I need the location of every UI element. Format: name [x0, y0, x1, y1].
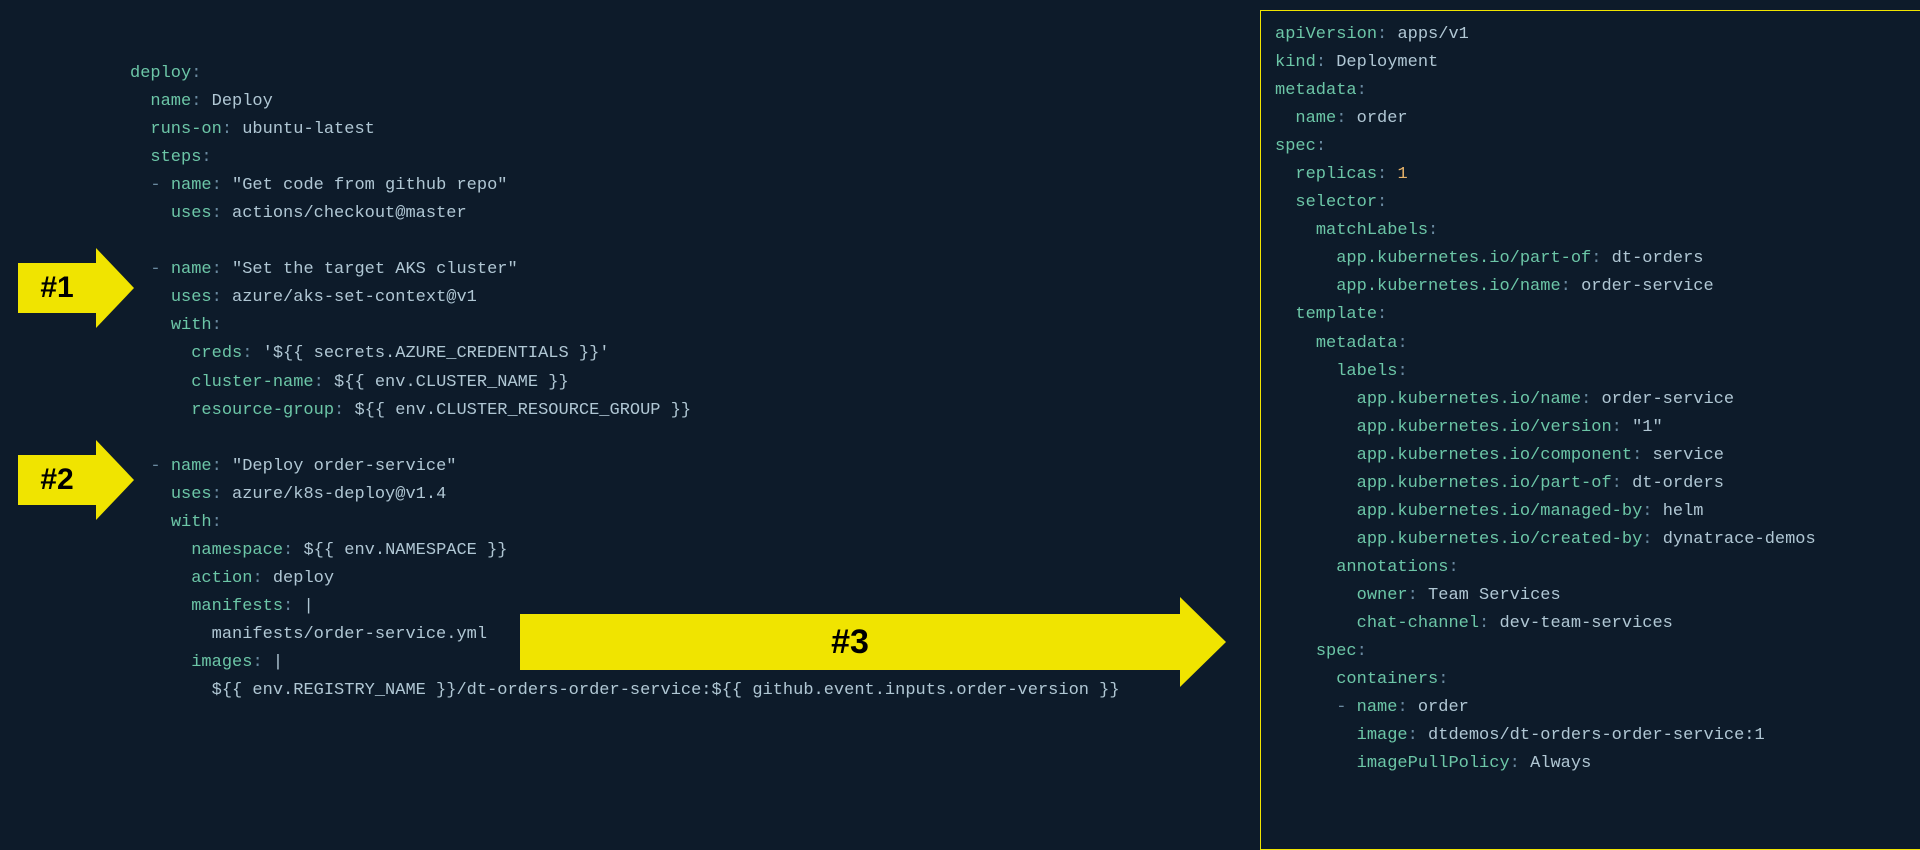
code-line: uses: actions/checkout@master	[130, 200, 1120, 228]
arrow-head-icon	[96, 440, 134, 520]
code-line: action: deploy	[130, 565, 1120, 593]
code-line: spec:	[1275, 638, 1920, 666]
k8s-manifest-code-block: apiVersion: apps/v1kind: Deploymentmetad…	[1260, 10, 1920, 850]
code-line: cluster-name: ${{ env.CLUSTER_NAME }}	[130, 369, 1120, 397]
code-line: owner: Team Services	[1275, 582, 1920, 610]
code-line: uses: azure/aks-set-context@v1	[130, 284, 1120, 312]
code-line: replicas: 1	[1275, 161, 1920, 189]
code-line: - name: "Get code from github repo"	[130, 172, 1120, 200]
code-line: matchLabels:	[1275, 217, 1920, 245]
callout-arrow-1: #1	[18, 248, 134, 328]
code-line: app.kubernetes.io/part-of: dt-orders	[1275, 470, 1920, 498]
code-line: spec:	[1275, 133, 1920, 161]
code-line: app.kubernetes.io/managed-by: helm	[1275, 498, 1920, 526]
code-line: - name: "Deploy order-service"	[130, 453, 1120, 481]
code-line: selector:	[1275, 189, 1920, 217]
code-line: with:	[130, 509, 1120, 537]
code-line: - name: "Set the target AKS cluster"	[130, 256, 1120, 284]
code-line: app.kubernetes.io/part-of: dt-orders	[1275, 245, 1920, 273]
code-line: deploy:	[130, 60, 1120, 88]
code-line: image: dtdemos/dt-orders-order-service:1	[1275, 722, 1920, 750]
code-line: app.kubernetes.io/created-by: dynatrace-…	[1275, 526, 1920, 554]
code-line: annotations:	[1275, 554, 1920, 582]
code-line: name: Deploy	[130, 88, 1120, 116]
code-line: app.kubernetes.io/name: order-service	[1275, 273, 1920, 301]
code-line: metadata:	[1275, 330, 1920, 358]
callout-label: #1	[18, 263, 96, 313]
arrow-head-icon	[1180, 597, 1226, 687]
code-line: runs-on: ubuntu-latest	[130, 116, 1120, 144]
code-line: namespace: ${{ env.NAMESPACE }}	[130, 537, 1120, 565]
code-line: - name: order	[1275, 694, 1920, 722]
code-line: template:	[1275, 301, 1920, 329]
code-line: steps:	[130, 144, 1120, 172]
code-line: imagePullPolicy: Always	[1275, 750, 1920, 778]
callout-arrow-2: #2	[18, 440, 134, 520]
code-line: labels:	[1275, 358, 1920, 386]
code-line: containers:	[1275, 666, 1920, 694]
code-line: with:	[130, 312, 1120, 340]
code-line: app.kubernetes.io/version: "1"	[1275, 414, 1920, 442]
code-line: chat-channel: dev-team-services	[1275, 610, 1920, 638]
callout-label: #2	[18, 455, 96, 505]
code-line: creds: '${{ secrets.AZURE_CREDENTIALS }}…	[130, 340, 1120, 368]
code-line: app.kubernetes.io/component: service	[1275, 442, 1920, 470]
code-line: app.kubernetes.io/name: order-service	[1275, 386, 1920, 414]
callout-label: #3	[520, 614, 1180, 670]
code-line: metadata:	[1275, 77, 1920, 105]
code-line: kind: Deployment	[1275, 49, 1920, 77]
callout-arrow-3: #3	[520, 597, 1226, 687]
code-line	[130, 425, 1120, 453]
code-line: uses: azure/k8s-deploy@v1.4	[130, 481, 1120, 509]
code-line	[130, 228, 1120, 256]
code-line: apiVersion: apps/v1	[1275, 21, 1920, 49]
arrow-head-icon	[96, 248, 134, 328]
code-line: resource-group: ${{ env.CLUSTER_RESOURCE…	[130, 397, 1120, 425]
code-line: name: order	[1275, 105, 1920, 133]
